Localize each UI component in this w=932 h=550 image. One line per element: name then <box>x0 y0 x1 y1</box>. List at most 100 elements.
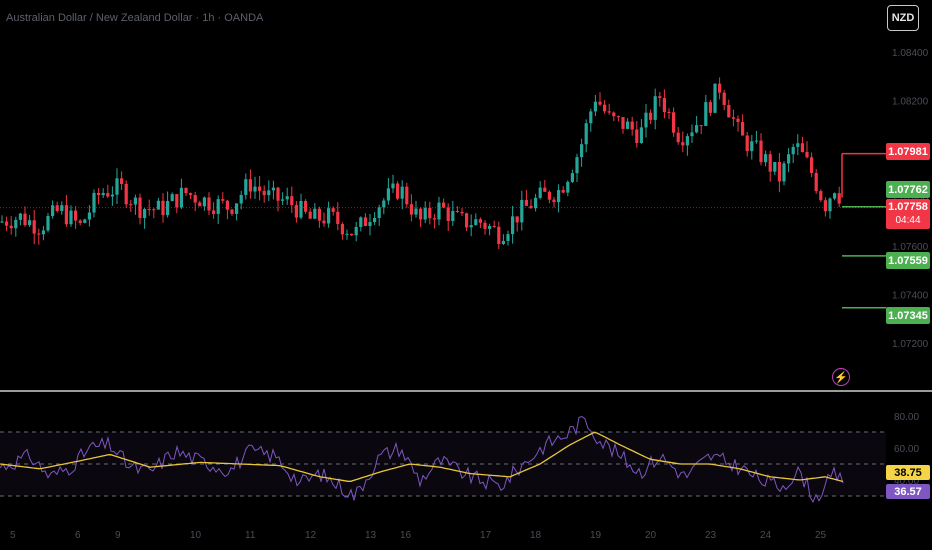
candle-body <box>741 122 745 136</box>
candle-body <box>676 132 680 143</box>
price-axis-tick: 1.08400 <box>892 48 929 59</box>
candle-body <box>810 157 814 173</box>
candle-body <box>267 190 271 196</box>
candle-body <box>713 83 717 113</box>
candle-body <box>230 209 234 214</box>
candle-body <box>787 154 791 164</box>
candle-body <box>639 127 643 143</box>
candle-body <box>672 112 676 133</box>
current-price-tag: 1.07758 04:44 <box>886 199 930 229</box>
candle-body <box>768 154 772 172</box>
rsi-ma-tag: 38.75 <box>886 465 930 480</box>
candle-body <box>143 209 147 218</box>
candle-body <box>271 187 275 191</box>
candle-body <box>552 199 556 203</box>
candle-body <box>175 194 179 208</box>
candle-body <box>133 197 137 205</box>
candle-body <box>460 211 464 214</box>
candle-body <box>616 116 620 118</box>
candle-body <box>515 216 519 223</box>
candle-body <box>258 186 262 191</box>
candle-body <box>377 207 381 218</box>
rsi-axis-tick: 60.00 <box>894 444 919 455</box>
candle-body <box>170 194 174 201</box>
candle-body <box>198 202 202 207</box>
candle-body <box>745 135 749 152</box>
candle-body <box>216 199 220 214</box>
candle-body <box>428 207 432 219</box>
candle-body <box>754 140 758 142</box>
candle-body <box>253 186 257 192</box>
candle-body <box>667 111 671 113</box>
candle-body <box>248 179 252 192</box>
rsi-value-tag: 36.57 <box>886 484 930 499</box>
price-level-green-tag-1: 1.07762 <box>886 181 930 198</box>
candle-body <box>212 210 216 214</box>
time-axis-tick: 20 <box>645 530 657 541</box>
candle-body <box>179 187 183 208</box>
candle-body <box>83 219 87 223</box>
candle-body <box>603 104 607 112</box>
candle-body <box>469 225 473 228</box>
bar-countdown: 04:44 <box>895 215 921 226</box>
candle-body <box>18 213 22 220</box>
candle-body <box>147 209 151 211</box>
candle-body <box>281 199 285 201</box>
lightning-icon[interactable]: ⚡ <box>832 368 850 386</box>
candle-body <box>340 223 344 235</box>
candle-body <box>106 192 110 197</box>
time-axis-tick: 10 <box>190 530 202 541</box>
candle-body <box>506 234 510 241</box>
candle-body <box>727 105 731 118</box>
candle-body <box>327 208 331 224</box>
candle-body <box>60 205 64 211</box>
candle-body <box>621 117 625 129</box>
candle-body <box>722 92 726 106</box>
candle-body <box>290 196 294 206</box>
time-axis-tick: 23 <box>705 530 717 541</box>
candle-body <box>750 141 754 152</box>
candle-body <box>635 129 639 143</box>
candle-body <box>681 142 685 146</box>
candle-body <box>419 208 423 220</box>
time-axis-tick: 13 <box>365 530 377 541</box>
time-axis-tick: 17 <box>480 530 492 541</box>
candle-body <box>359 217 363 227</box>
current-price-value: 1.07758 <box>888 201 928 213</box>
candle-body <box>575 157 579 174</box>
candle-body <box>465 213 469 228</box>
candle-body <box>731 117 735 119</box>
candle-body <box>584 123 588 145</box>
candle-body <box>345 233 349 235</box>
candle-body <box>570 173 574 182</box>
candle-body <box>115 178 119 195</box>
candle-body <box>28 220 32 226</box>
candle-body <box>322 220 326 224</box>
candle-body <box>262 190 266 196</box>
candle-body <box>152 209 156 211</box>
candle-body <box>244 179 248 195</box>
candle-body <box>598 101 602 105</box>
candle-body <box>120 178 124 184</box>
candle-body <box>566 181 570 193</box>
candle-body <box>708 102 712 113</box>
time-axis-tick: 11 <box>245 530 256 541</box>
candle-body <box>437 202 441 220</box>
candle-body <box>405 186 409 205</box>
candle-body <box>442 202 446 208</box>
candle-body <box>451 210 455 221</box>
candle-body <box>350 233 354 236</box>
candle-body <box>658 96 662 98</box>
candle-body <box>823 200 827 212</box>
candle-body <box>446 207 450 221</box>
candle-body <box>796 143 800 147</box>
candle-body <box>773 162 777 172</box>
candle-body <box>501 240 505 245</box>
chart-canvas[interactable]: 1.084001.082001.080001.078001.076001.074… <box>0 0 932 550</box>
candle-body <box>193 195 197 203</box>
time-axis-tick: 9 <box>115 530 121 541</box>
candle-body <box>497 226 501 245</box>
candle-body <box>87 212 91 220</box>
candle-body <box>97 192 101 196</box>
candle-body <box>331 208 335 212</box>
